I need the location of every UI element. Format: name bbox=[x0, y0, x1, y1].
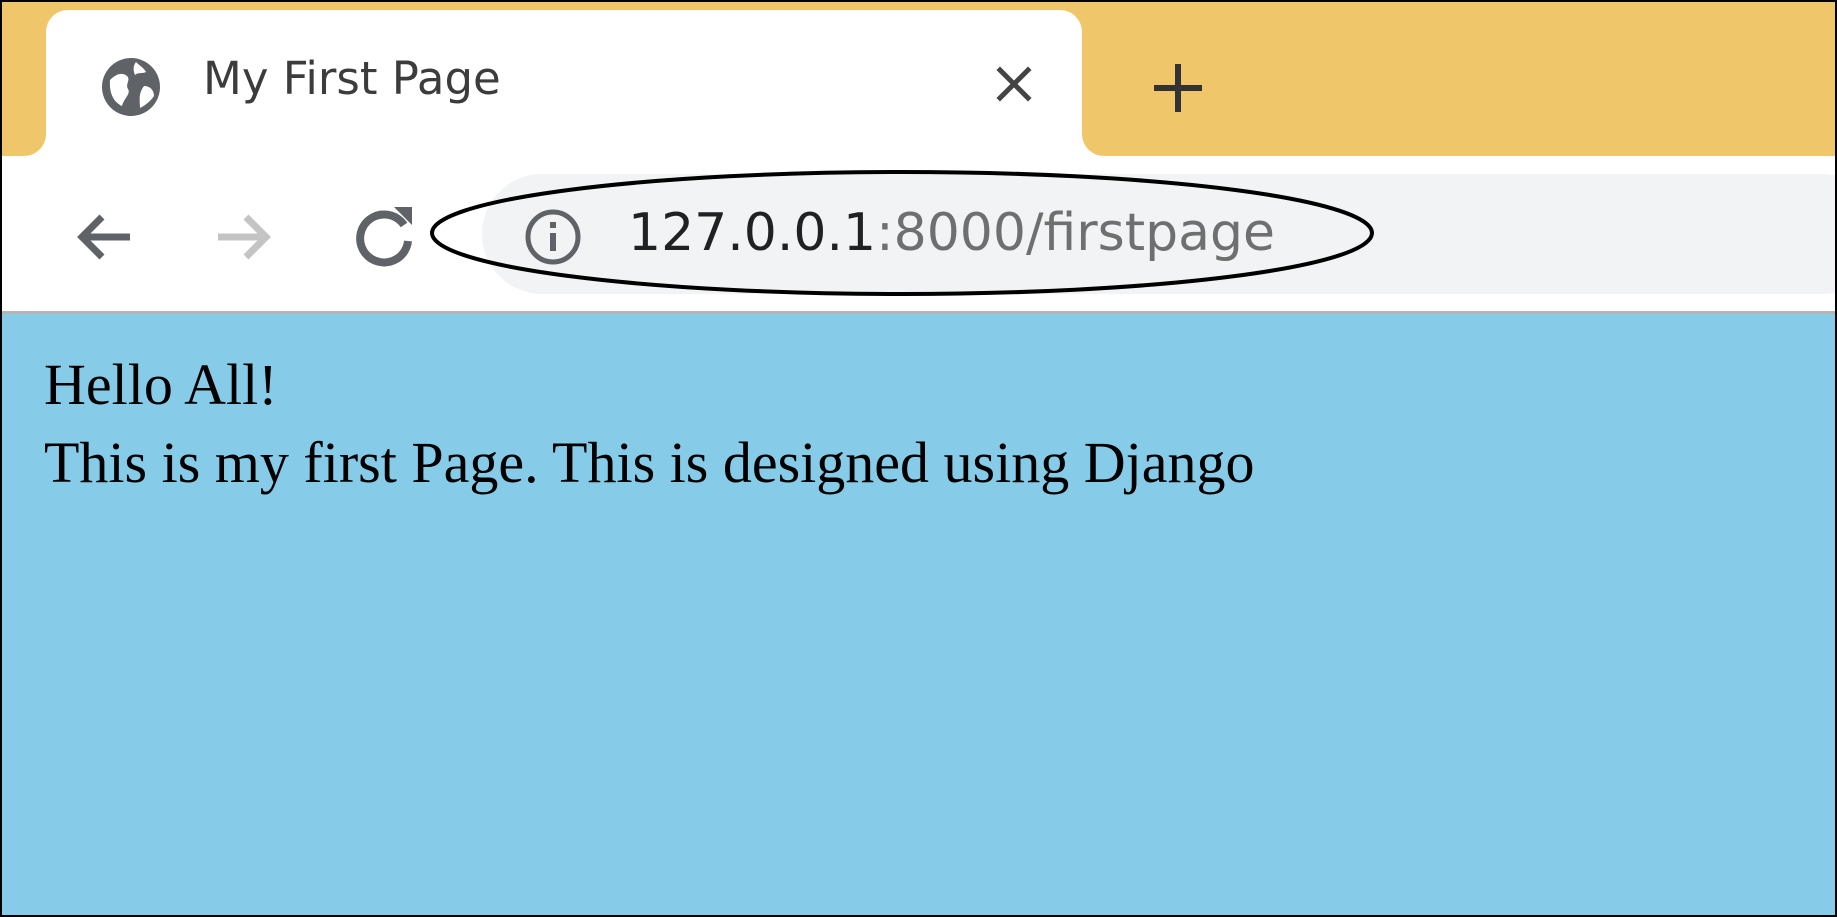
tab-title: My First Page bbox=[203, 52, 501, 105]
arrow-left-icon[interactable] bbox=[72, 205, 136, 269]
reload-icon[interactable] bbox=[350, 201, 418, 269]
tab-curve-right bbox=[1082, 134, 1104, 156]
description-text: This is my first Page. This is designed … bbox=[44, 430, 1255, 495]
page-content: Hello All! This is my first Page. This i… bbox=[2, 314, 1835, 915]
globe-icon bbox=[100, 56, 162, 118]
highlight-ellipse bbox=[430, 170, 1374, 296]
arrow-right-icon[interactable] bbox=[212, 205, 276, 269]
active-tab[interactable] bbox=[46, 10, 1082, 156]
tab-strip: My First Page bbox=[2, 2, 1835, 156]
plus-icon[interactable] bbox=[1150, 60, 1206, 116]
tab-curve-left bbox=[24, 134, 46, 156]
browser-window: My First Page 127.0.0.1:8000/firstpage H… bbox=[0, 0, 1837, 917]
browser-toolbar: 127.0.0.1:8000/firstpage bbox=[2, 156, 1835, 314]
close-icon[interactable] bbox=[992, 62, 1036, 106]
greeting-text: Hello All! bbox=[44, 352, 278, 417]
